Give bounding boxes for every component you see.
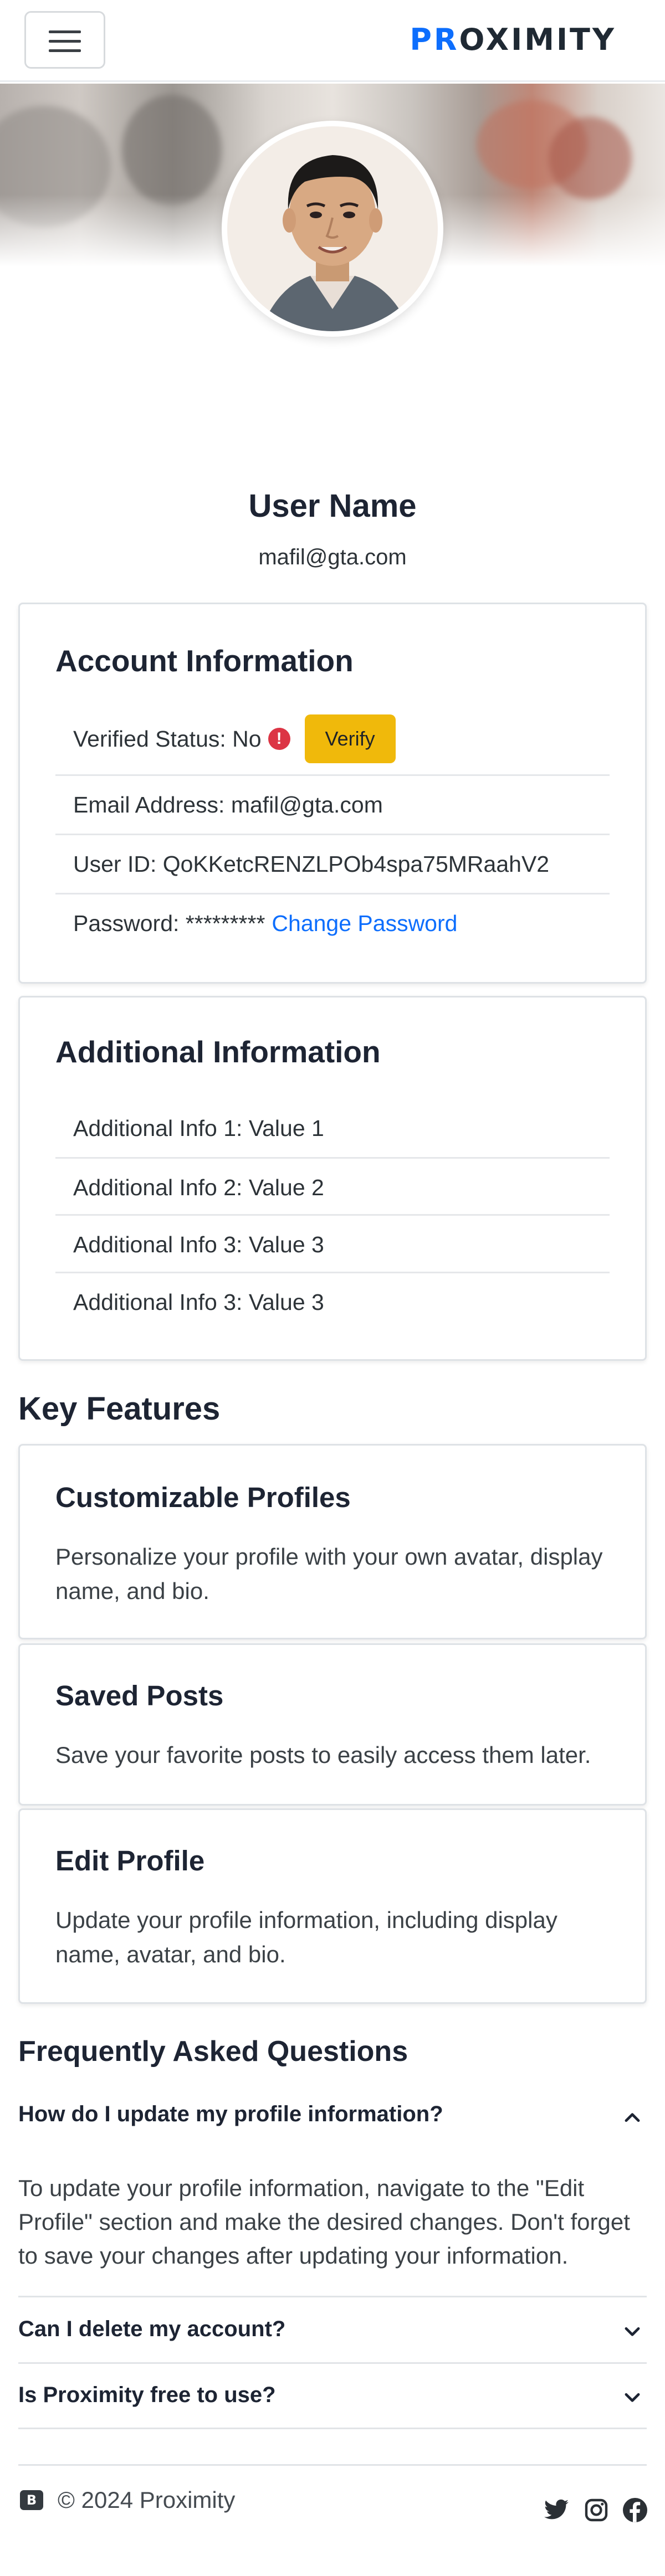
verified-status-label: Verified Status: No — [73, 726, 262, 752]
chevron-down-icon[interactable] — [622, 2387, 643, 2408]
navbar: PROXIMITY — [0, 0, 665, 82]
additional-info-card: Additional Information Additional Info 1… — [18, 996, 647, 1361]
user-id-row: User ID: QoKKetcRENZLPOb4spa75MRaahV2 — [73, 851, 550, 877]
copyright-text: © 2024 Proximity — [58, 2487, 236, 2513]
footer-divider — [18, 2464, 647, 2466]
hamburger-icon — [49, 49, 81, 52]
hamburger-icon — [49, 30, 81, 33]
faq-question-button[interactable]: Is Proximity free to use? — [18, 2383, 647, 2408]
feature-text: Personalize your profile with your own a… — [55, 1544, 603, 1604]
additional-info-item: Additional Info 3: Value 3 — [73, 1231, 324, 1257]
hamburger-icon — [49, 40, 81, 43]
faq-question: How do I update my profile information? — [18, 2102, 443, 2126]
instagram-icon[interactable] — [583, 2497, 610, 2523]
menu-toggle-button[interactable] — [24, 11, 105, 69]
verify-button[interactable]: Verify — [304, 714, 396, 763]
avatar — [222, 121, 443, 337]
warning-icon: ! — [268, 728, 290, 750]
facebook-icon[interactable] — [622, 2497, 648, 2523]
feature-card: Saved Posts Save your favorite posts to … — [18, 1643, 647, 1806]
email-row: Email Address: mafil@gta.com — [73, 791, 383, 817]
twitter-icon[interactable] — [543, 2497, 570, 2523]
password-row: Password: ********* Change Password — [73, 894, 610, 952]
additional-info-item: Additional Info 2: Value 2 — [73, 1174, 324, 1200]
additional-info-title: Additional Information — [55, 1035, 381, 1069]
feature-title: Saved Posts — [55, 1680, 224, 1711]
divider — [18, 2296, 647, 2297]
profile-photo — [227, 126, 438, 331]
faq-question: Is Proximity free to use? — [18, 2383, 276, 2407]
key-features-heading: Key Features — [18, 1391, 221, 1427]
divider — [18, 2362, 647, 2364]
user-name: User Name — [248, 488, 417, 524]
brand-rest: OXIMITY — [459, 22, 616, 57]
feature-text: Update your profile information, includi… — [55, 1907, 557, 1967]
feature-title: Customizable Profiles — [55, 1482, 351, 1513]
password-label: Password: ********* — [73, 910, 265, 936]
user-email: mafil@gta.com — [258, 545, 407, 569]
feature-title: Edit Profile — [55, 1845, 205, 1876]
additional-info-item: Additional Info 3: Value 3 — [73, 1289, 324, 1315]
faq-answer: To update your profile information, navi… — [18, 2175, 630, 2269]
faq-heading: Frequently Asked Questions — [18, 2035, 408, 2068]
chevron-up-icon[interactable] — [622, 2107, 643, 2128]
verified-status-row: Verified Status: No ! Verify — [73, 710, 610, 768]
change-password-link[interactable]: Change Password — [272, 911, 457, 937]
faq-question: Can I delete my account? — [18, 2317, 286, 2341]
brand-logo[interactable]: PROXIMITY — [410, 22, 616, 57]
feature-text: Save your favorite posts to easily acces… — [55, 1742, 591, 1768]
feature-card: Customizable Profiles Personalize your p… — [18, 1444, 647, 1639]
brand-accent: PR — [410, 22, 459, 57]
faq-question-button[interactable]: How do I update my profile information? — [18, 2102, 647, 2127]
account-info-title: Account Information — [55, 644, 354, 678]
divider — [18, 2428, 647, 2429]
faq-question-button[interactable]: Can I delete my account? — [18, 2317, 647, 2342]
chevron-down-icon[interactable] — [622, 2321, 643, 2342]
feature-card: Edit Profile Update your profile informa… — [18, 1808, 647, 2004]
bootstrap-logo-icon[interactable]: B — [20, 2490, 43, 2510]
additional-info-item: Additional Info 1: Value 1 — [73, 1115, 324, 1141]
account-info-card: Account Information Verified Status: No … — [18, 603, 647, 984]
